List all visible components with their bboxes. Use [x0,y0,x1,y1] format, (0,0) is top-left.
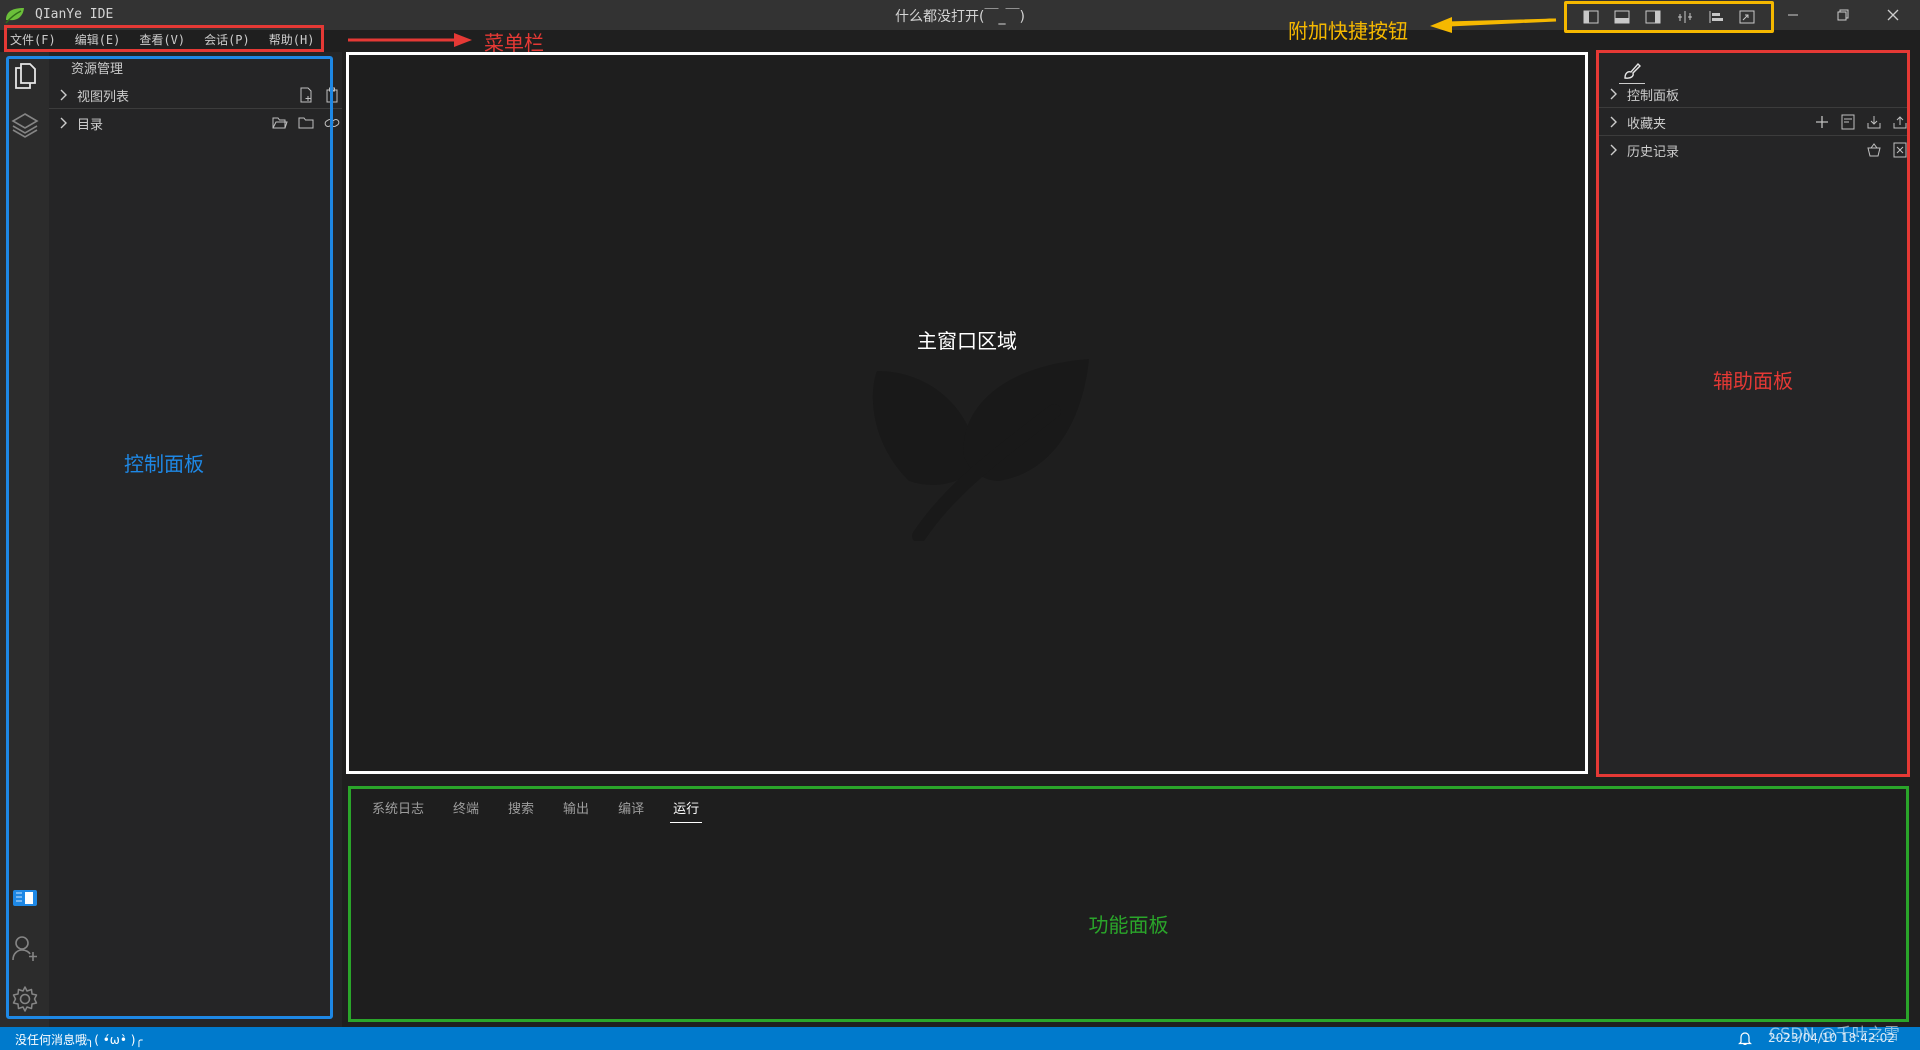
menu-bar: 文件(F) 编辑(E) 查看(V) 会话(P) 帮助(H) [0,30,323,52]
bell-icon[interactable] [1736,1029,1754,1047]
save-list-icon[interactable] [1839,113,1857,131]
tab-system-log[interactable]: 系统日志 [369,795,427,823]
close-icon[interactable] [1868,0,1918,30]
section-label: 历史记录 [1627,144,1680,160]
toggle-left-panel-icon[interactable] [1582,8,1600,26]
menubar-annotation-arrow [348,33,472,47]
tab-output[interactable]: 输出 [560,795,592,823]
new-file-icon[interactable] [297,86,315,104]
aux-section-favorites[interactable]: 收藏夹 [1599,109,1907,135]
left-sidebar: 资源管理 视图列表 目录 [49,52,342,1027]
divider [1599,107,1907,108]
add-user-icon[interactable] [9,932,41,964]
activity-bar [0,52,49,1027]
open-folder-icon[interactable] [271,114,289,132]
menu-help[interactable]: 帮助(H) [259,30,324,52]
restore-icon[interactable] [1818,0,1868,30]
section-view-list[interactable]: 视图列表 [49,82,342,108]
clipboard-icon[interactable] [323,86,341,104]
quick-buttons-annotation-arrow [1430,17,1557,33]
divider [49,108,342,109]
editor-area-label: 主窗口区域 [917,329,1017,353]
ide-window: QIanYe IDE 什么都没打开(￣_￣) 文件(F) 编辑(E) 查看(V)… [0,0,1920,1050]
chevron-right-icon [53,85,73,105]
tab-run[interactable]: 运行 [670,795,703,823]
quick-buttons-annotation: 附加快捷按钮 [1288,19,1408,43]
auxiliary-panel: 控制面板 收藏夹 历史记录 辅助面板 [1596,50,1910,777]
divider [1599,135,1907,136]
panel-tabs: 系统日志 终端 搜索 输出 编译 运行 [369,795,703,823]
layers-icon[interactable] [9,109,41,141]
window-title: 什么都没打开(￣_￣) [895,9,1025,25]
section-label: 收藏夹 [1627,116,1667,132]
title-bar: QIanYe IDE 什么都没打开(￣_￣) [0,0,1920,33]
export-icon[interactable] [1891,113,1909,131]
toggle-right-panel-icon[interactable] [1644,8,1662,26]
basket-icon[interactable] [1865,141,1883,159]
section-actions [297,86,341,104]
align-icon[interactable] [1707,8,1725,26]
tab-compile[interactable]: 编译 [615,795,647,823]
sidebar-title: 资源管理 [71,62,124,77]
aux-section-control-panel[interactable]: 控制面板 [1599,81,1907,107]
aux-panel-annotation: 辅助面板 [1713,369,1793,393]
chevron-right-icon [1603,84,1623,104]
bottom-function-panel: 系统日志 终端 搜索 输出 编译 运行 功能面板 [348,786,1909,1022]
aux-section-history[interactable]: 历史记录 [1599,137,1907,163]
folder-icon[interactable] [297,114,315,132]
control-panel-annotation: 控制面板 [124,452,204,476]
main-editor-area[interactable]: 主窗口区域 [346,52,1588,774]
function-panel-annotation: 功能面板 [1088,913,1169,937]
settings-icon[interactable] [9,983,41,1015]
leaf-logo-icon [5,8,24,24]
menu-file[interactable]: 文件(F) [0,30,65,52]
add-icon[interactable] [1813,113,1831,131]
tab-terminal[interactable]: 终端 [450,795,482,823]
section-label: 视图列表 [77,89,130,105]
section-directory[interactable]: 目录 [49,110,342,136]
import-icon[interactable] [1865,113,1883,131]
leaf-logo-icon [872,359,1089,541]
menubar-annotation: 菜单栏 [484,31,544,55]
section-actions [1865,141,1909,159]
section-actions [271,114,341,132]
minimize-icon[interactable] [1768,0,1818,30]
app-name: QIanYe IDE [35,7,114,22]
section-label: 目录 [77,117,104,133]
chevron-right-icon [1603,140,1623,160]
toggle-bottom-panel-icon[interactable] [1613,8,1631,26]
book-icon[interactable] [9,882,41,914]
menu-view[interactable]: 查看(V) [129,30,194,52]
fullscreen-icon[interactable] [1738,8,1756,26]
clear-icon[interactable] [1891,141,1909,159]
status-bar: 没任何消息哦╮( •́ω•̀ )╭ 2023/04/10 18:42:02 [0,1027,1920,1050]
split-icon[interactable] [1676,8,1694,26]
watermark: CSDN @千叶之雪 [1769,1024,1900,1043]
section-actions [1813,113,1909,131]
explorer-icon[interactable] [9,60,41,92]
menu-edit[interactable]: 编辑(E) [65,30,130,52]
link-icon[interactable] [323,114,341,132]
tab-search[interactable]: 搜索 [505,795,537,823]
chevron-right-icon [1603,112,1623,132]
quick-buttons-group [1564,1,1774,33]
status-message: 没任何消息哦╮( •́ω•̀ )╭ [15,1033,143,1047]
section-label: 控制面板 [1627,88,1680,104]
menu-session[interactable]: 会话(P) [194,30,259,52]
chevron-right-icon [53,113,73,133]
